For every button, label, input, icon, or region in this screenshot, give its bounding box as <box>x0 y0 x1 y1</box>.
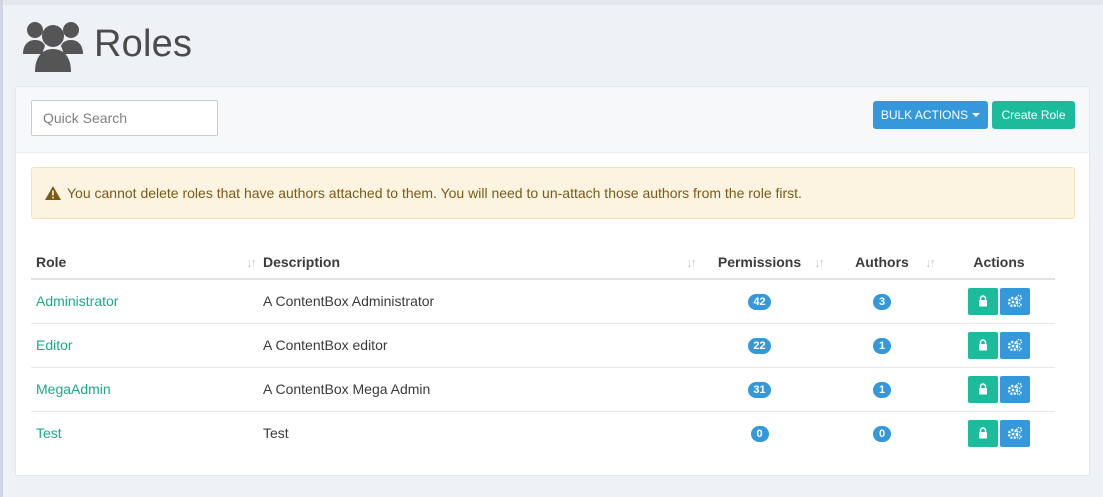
authors-count-badge: 1 <box>873 338 891 354</box>
lock-icon <box>979 383 987 395</box>
bulk-actions-label: BULK ACTIONS <box>880 108 969 122</box>
lock-icon <box>979 427 987 439</box>
lock-icon <box>979 339 987 351</box>
role-settings-button[interactable] <box>1000 331 1030 359</box>
role-description: A ContentBox Administrator <box>258 279 698 324</box>
gears-icon <box>1007 294 1023 308</box>
permissions-lock-button[interactable] <box>968 331 998 359</box>
role-link[interactable]: Administrator <box>36 293 118 309</box>
table-row: Editor A ContentBox editor 22 1 <box>31 323 1055 368</box>
alert-message: You cannot delete roles that have author… <box>67 185 802 201</box>
permissions-lock-button[interactable] <box>968 287 998 315</box>
role-settings-button[interactable] <box>1000 375 1030 403</box>
left-border <box>0 0 3 497</box>
role-link[interactable]: Editor <box>36 337 73 353</box>
column-label-authors: Authors <box>855 253 909 270</box>
role-description: Test <box>263 425 289 442</box>
gears-icon <box>1007 338 1023 352</box>
table-row: MegaAdmin A ContentBox Mega Admin 31 1 <box>31 367 1055 412</box>
column-header-actions: Actions <box>943 245 1055 280</box>
table-row: Test Test 0 0 <box>31 411 1055 455</box>
quick-search-input[interactable] <box>31 100 218 136</box>
authors-count-badge: 3 <box>873 294 891 311</box>
create-role-button[interactable]: Create Role <box>992 101 1075 129</box>
column-label-actions: Actions <box>973 253 1025 270</box>
caret-down-icon <box>972 113 981 117</box>
top-border <box>0 0 1103 5</box>
permissions-lock-button[interactable] <box>968 375 998 403</box>
page-title: Roles <box>94 22 193 65</box>
permissions-lock-button[interactable] <box>968 419 998 447</box>
permissions-count-badge: 42 <box>748 294 771 311</box>
role-link[interactable]: Test <box>36 425 62 441</box>
column-header-role[interactable]: Role ↓↑ <box>31 245 258 280</box>
permissions-count-badge: 22 <box>748 338 771 354</box>
roles-panel: BULK ACTIONS Create Role You cannot dele… <box>15 86 1090 476</box>
role-description: A ContentBox editor <box>258 323 698 368</box>
table-row: Administrator A ContentBox Administrator… <box>31 279 1055 324</box>
gears-icon <box>1007 426 1023 440</box>
roles-table: Role ↓↑ Description ↓↑ Permissions ↓↑ Au… <box>31 245 1055 455</box>
bulk-actions-button[interactable]: BULK ACTIONS <box>873 101 988 129</box>
lock-icon <box>979 295 987 307</box>
column-label-role: Role <box>36 253 67 270</box>
authors-count-badge: 1 <box>873 382 891 398</box>
authors-count-badge: 0 <box>873 426 891 443</box>
permissions-count-badge: 31 <box>748 382 771 398</box>
users-icon <box>22 16 92 72</box>
role-description: A ContentBox Mega Admin <box>258 367 698 412</box>
role-settings-button[interactable] <box>1000 287 1030 315</box>
warning-alert: You cannot delete roles that have author… <box>31 167 1075 219</box>
permissions-count-badge: 0 <box>750 426 769 443</box>
panel-toolbar: BULK ACTIONS Create Role <box>16 87 1089 153</box>
column-label-description: Description <box>263 253 341 270</box>
gears-icon <box>1007 382 1023 396</box>
sort-icon: ↓↑ <box>925 255 936 270</box>
page-header: Roles <box>22 14 192 74</box>
role-link[interactable]: MegaAdmin <box>36 381 111 397</box>
table-header-row: Role ↓↑ Description ↓↑ Permissions ↓↑ Au… <box>31 245 1055 280</box>
sort-icon: ↓↑ <box>686 255 697 270</box>
warning-icon <box>44 185 62 201</box>
column-header-permissions[interactable]: Permissions ↓↑ <box>698 245 825 280</box>
column-header-authors[interactable]: Authors ↓↑ <box>821 245 943 280</box>
column-label-permissions: Permissions <box>717 253 802 270</box>
column-header-description[interactable]: Description ↓↑ <box>258 245 698 280</box>
create-role-label: Create Role <box>1001 108 1066 122</box>
role-settings-button[interactable] <box>1000 419 1030 447</box>
sort-icon: ↓↑ <box>246 255 257 270</box>
